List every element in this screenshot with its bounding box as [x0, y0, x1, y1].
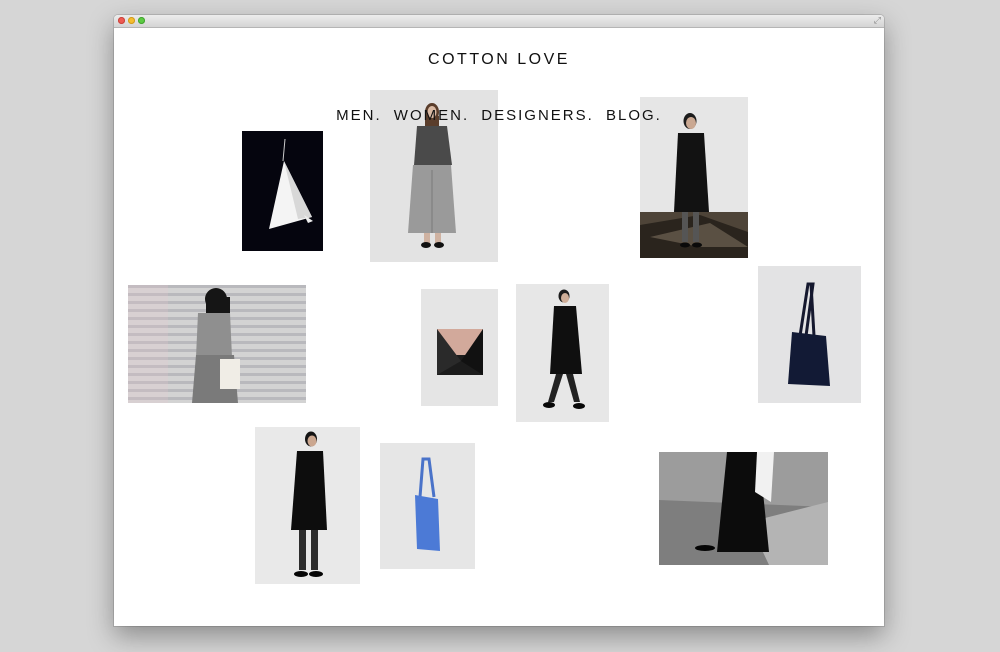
nav-item-men[interactable]: MEN.	[336, 107, 382, 124]
product-photo-navy-tote[interactable]	[758, 266, 861, 403]
site-logo[interactable]: COTTON LOVE	[114, 51, 884, 69]
nav-item-women[interactable]: WOMEN.	[394, 107, 469, 124]
model-photo-man-standing[interactable]	[255, 427, 360, 584]
nav-item-designers[interactable]: DESIGNERS.	[481, 107, 594, 124]
browser-window: ⤢ COTTON LOVE MEN. WOMEN. DESIGNERS. BLO…	[114, 15, 884, 626]
product-photo-envelope[interactable]	[421, 289, 498, 406]
zoom-window-button[interactable]	[138, 17, 145, 24]
window-titlebar: ⤢	[114, 15, 884, 28]
close-window-button[interactable]	[118, 17, 125, 24]
minimize-window-button[interactable]	[128, 17, 135, 24]
main-nav: MEN. WOMEN. DESIGNERS. BLOG.	[114, 107, 884, 124]
model-photo-woman-skirt[interactable]	[659, 452, 828, 565]
fullscreen-icon[interactable]: ⤢	[874, 16, 881, 26]
nav-item-blog[interactable]: BLOG.	[606, 107, 662, 124]
model-photo-woman-shutter[interactable]	[128, 285, 306, 403]
product-photo-triangle[interactable]	[242, 131, 323, 251]
product-photo-blue-tote[interactable]	[380, 443, 475, 569]
model-photo-man-walking[interactable]	[516, 284, 609, 422]
